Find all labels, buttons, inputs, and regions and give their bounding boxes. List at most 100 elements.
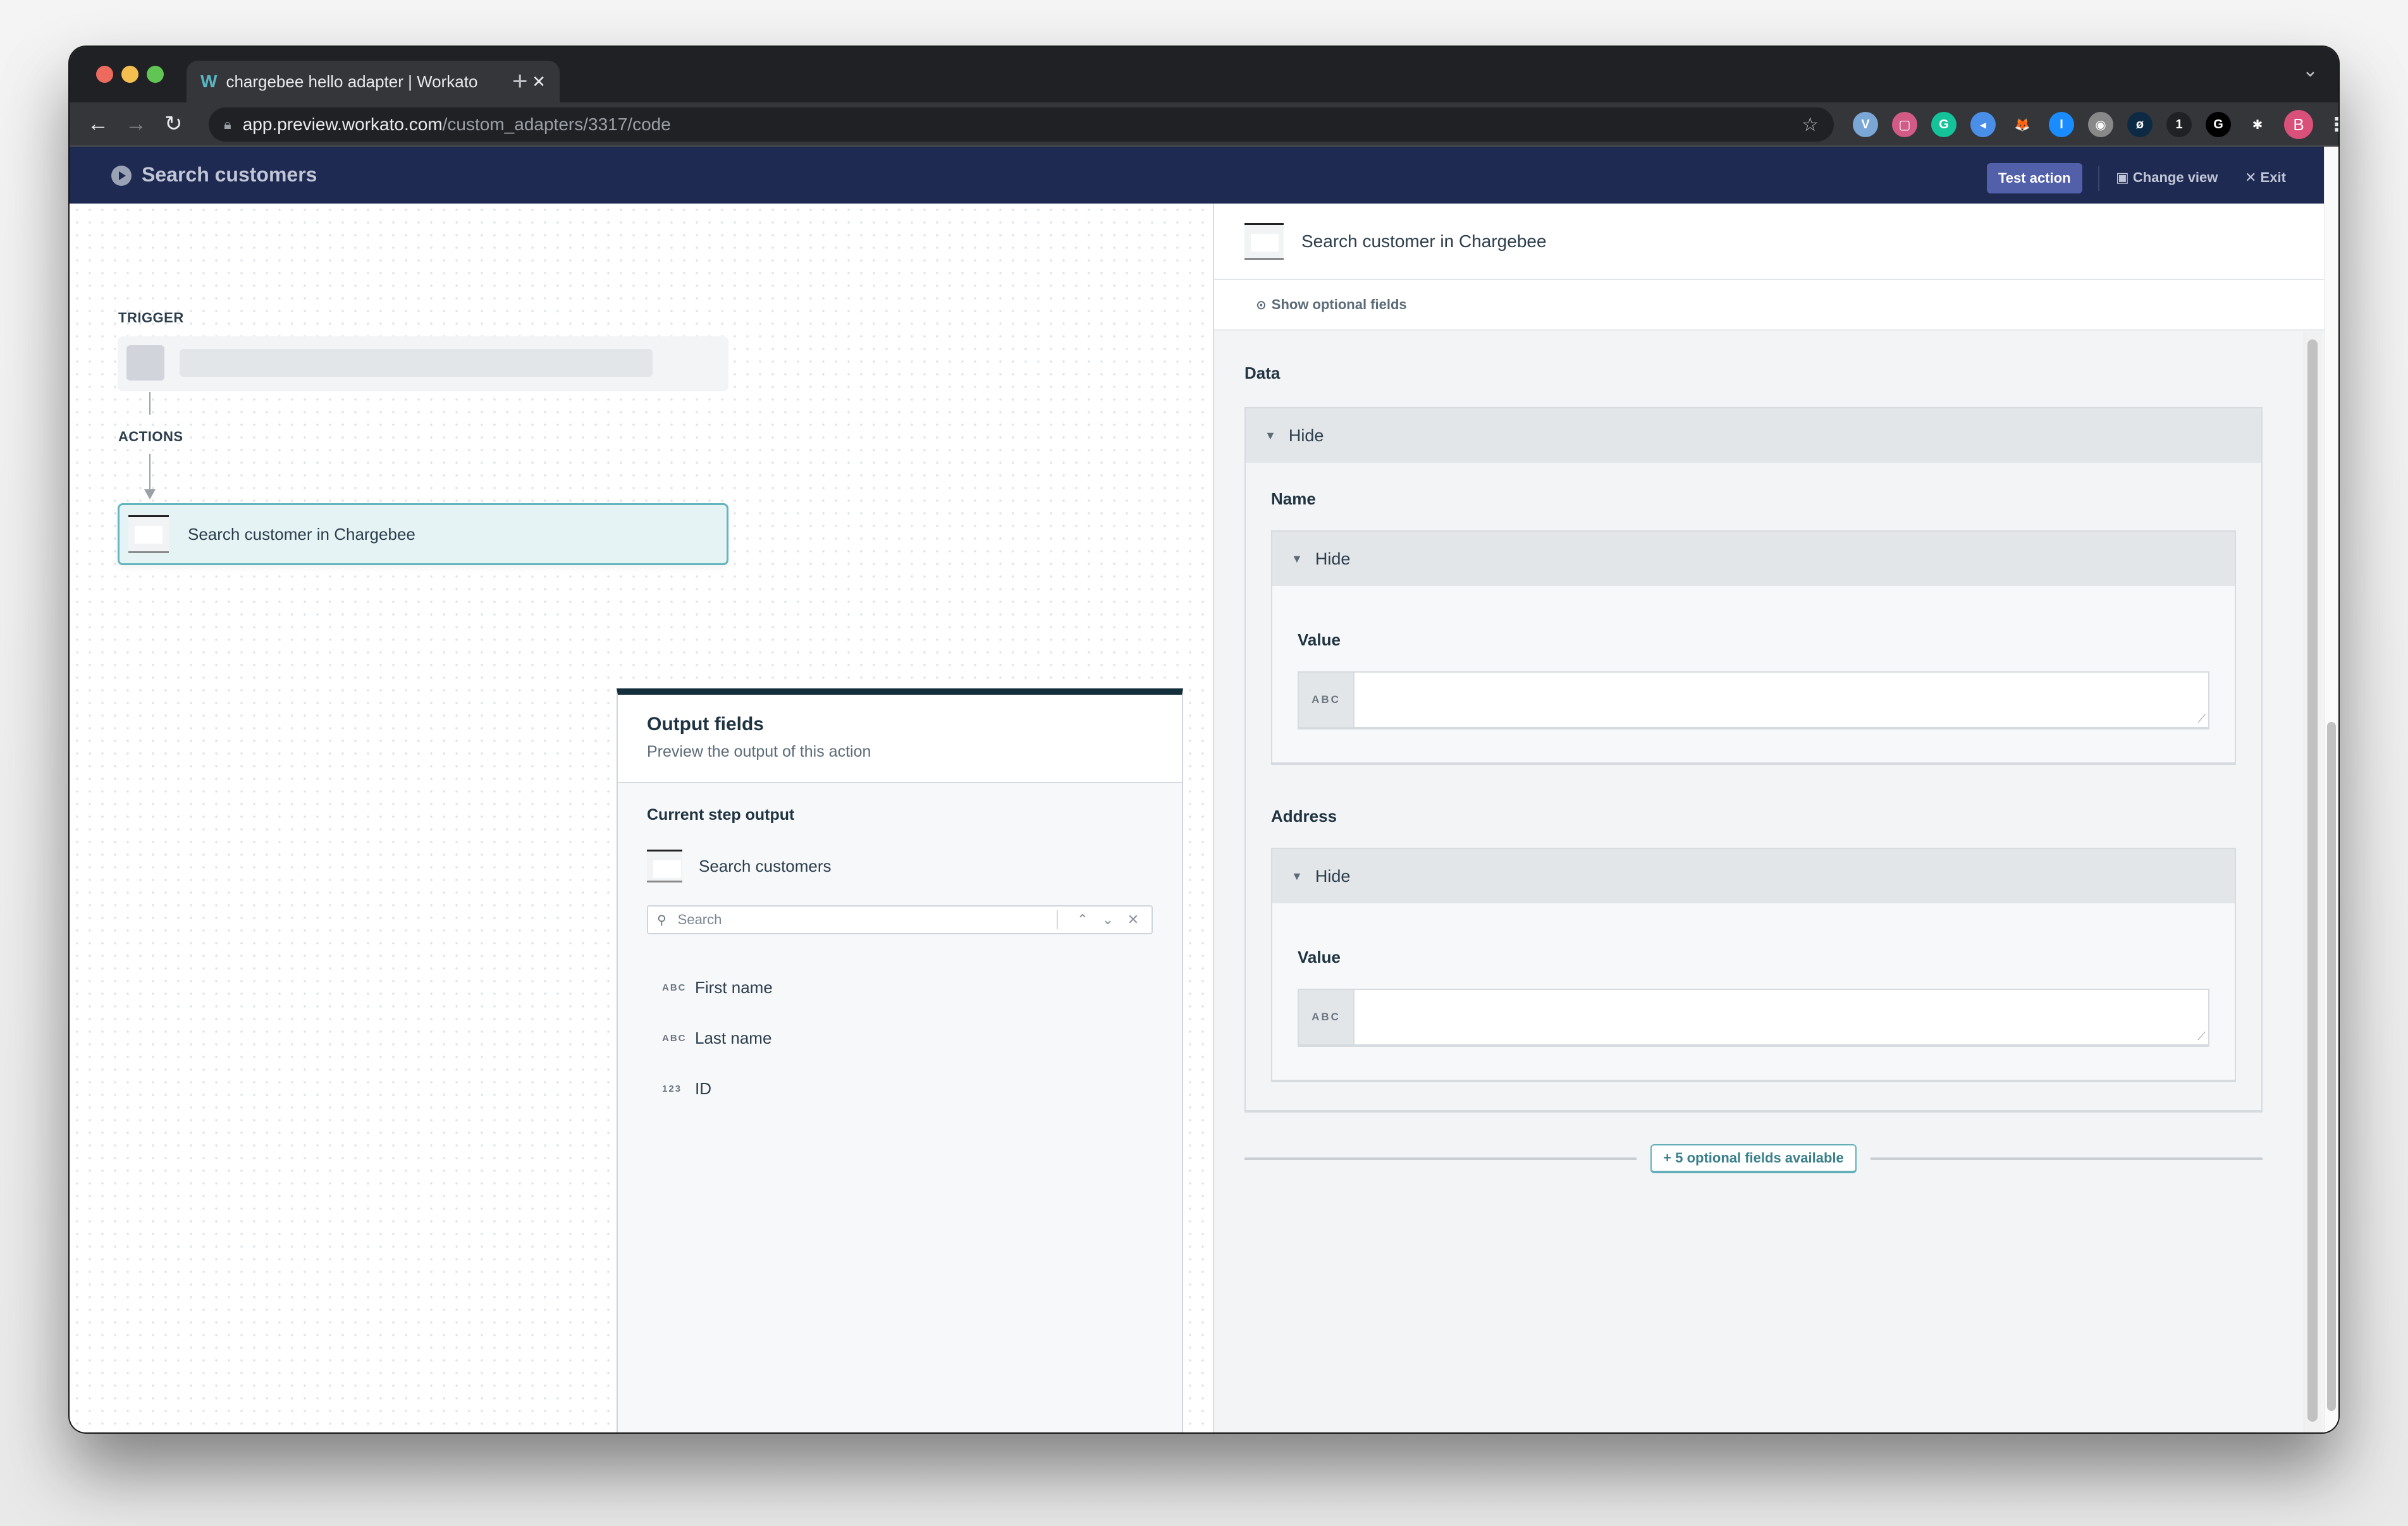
address-bar[interactable]: 🔒︎ app.preview.workato.com /custom_adapt… (209, 107, 1834, 142)
close-tab-icon[interactable]: ✕ (532, 72, 546, 92)
optional-fields-row: + 5 optional fields available (1244, 1144, 2263, 1173)
output-panel-subtitle: Preview the output of this action (647, 743, 871, 760)
new-tab-button[interactable]: + (512, 63, 528, 99)
g-extension-icon[interactable]: G (2206, 112, 2231, 137)
optional-fields-button[interactable]: + 5 optional fields available (1650, 1144, 1857, 1173)
metamask-extension-icon[interactable]: 🦊 (2010, 112, 2035, 137)
name-value-label: Value (1298, 630, 1341, 649)
current-step-label: Current step output (647, 806, 795, 824)
change-view-label: Change view (2132, 169, 2218, 185)
screen-recorder-extension-icon[interactable]: ▢ (1892, 112, 1917, 137)
minimize-window-button[interactable] (121, 66, 138, 83)
trigger-skeleton-icon (126, 345, 164, 381)
chevron-up-icon[interactable]: ⌃ (1073, 912, 1092, 928)
output-field-item[interactable]: 123 ID (647, 1063, 1153, 1114)
panel-scrollbar-thumb[interactable] (2307, 339, 2318, 1422)
address-value-input[interactable] (1354, 990, 2208, 1044)
clear-search-icon[interactable]: ✕ (1124, 912, 1143, 928)
browser-menu-icon[interactable]: ⋮ (2327, 114, 2338, 136)
tag-extension-icon[interactable]: ◂ (1970, 112, 1996, 137)
tab-strip: W chargebee hello adapter | Workato ✕ + … (70, 47, 2338, 102)
profile-avatar[interactable]: B (2284, 110, 2313, 139)
data-hide-toggle[interactable]: ▼ Hide (1246, 408, 2261, 463)
output-search-box: ⚲ ⌃ ⌄ ✕ (647, 905, 1153, 934)
trigger-placeholder[interactable] (118, 336, 728, 391)
name-field-label: Name (1271, 489, 1316, 508)
chevron-down-icon[interactable]: ⌄ (1098, 912, 1117, 928)
output-field-list: ABC First name ABC Last name 123 ID (647, 962, 1153, 1114)
back-arrow-icon[interactable]: ← (87, 110, 109, 138)
connector-arrow-icon (144, 489, 156, 499)
address-value-field: ABC ⟋ (1298, 989, 2209, 1047)
resize-handle-icon[interactable]: ⟋ (2197, 1030, 2206, 1042)
search-icon: ⚲ (657, 913, 666, 927)
data-field-label: Data (1244, 363, 1281, 382)
play-icon (111, 166, 132, 186)
vimeo-extension-icon[interactable]: V (1853, 112, 1878, 137)
actions-section-label: ACTIONS (118, 429, 183, 444)
caret-down-icon: ▼ (1291, 552, 1303, 565)
bookmark-star-icon[interactable]: ☆ (1802, 114, 1819, 136)
output-field-name: ID (695, 1078, 711, 1098)
name-group: ▼ Hide Value ABC ⟋ (1271, 530, 2236, 765)
planet-extension-icon[interactable]: ø (2127, 112, 2153, 137)
window-icon: ▣ (2116, 169, 2133, 185)
forward-arrow-icon[interactable]: → (125, 110, 147, 138)
address-hide-toggle[interactable]: ▼ Hide (1272, 849, 2235, 903)
hide-label: Hide (1315, 549, 1351, 568)
address-group: ▼ Hide Value ABC ⟋ (1271, 848, 2236, 1082)
test-action-button[interactable]: Test action (1987, 163, 2082, 193)
browser-tab[interactable]: W chargebee hello adapter | Workato ✕ (187, 61, 560, 102)
address-value-label: Value (1298, 948, 1341, 967)
output-search-input[interactable] (677, 912, 1048, 928)
caret-down-icon: ▼ (1291, 869, 1303, 882)
data-group: ▼ Hide Name ▼ Hide Value ABC ⟋ Address ▼… (1244, 407, 2263, 1113)
tab-title: chargebee hello adapter | Workato (226, 71, 478, 91)
action-step-card[interactable]: Search customer in Chargebee (118, 503, 728, 565)
maximize-window-button[interactable] (147, 66, 164, 83)
1password-extension-icon[interactable]: I (2049, 112, 2074, 137)
change-view-button[interactable]: ▣ Change view (2116, 169, 2218, 186)
exit-button[interactable]: ✕ Exit (2245, 169, 2286, 186)
step-output-row[interactable]: Search customers (647, 850, 1153, 882)
name-value-input[interactable] (1354, 673, 2208, 727)
show-optional-fields-label: Show optional fields (1271, 296, 1407, 312)
string-type-icon: ABC (1299, 990, 1354, 1044)
recipe-canvas[interactable]: TRIGGER ACTIONS Search customer in Charg… (71, 204, 1213, 1432)
connector-line (149, 392, 150, 415)
output-field-item[interactable]: ABC First name (647, 962, 1153, 1013)
caret-down-icon: ▼ (1265, 429, 1276, 442)
extensions-bar: V ▢ G ◂ 🦊 I ◉ ø 1 G ✱ B ⋮ (1853, 109, 2338, 140)
name-value-field: ABC ⟋ (1298, 671, 2209, 729)
connector-line (149, 454, 150, 492)
output-panel-body: Current step output Search customers ⚲ ⌃… (618, 783, 1182, 1137)
hide-label: Hide (1315, 866, 1351, 886)
data-group-body: Name ▼ Hide Value ABC ⟋ Address ▼ Hide V… (1246, 463, 2261, 1110)
divider-line (1244, 1157, 1637, 1160)
integer-type-icon: 123 (662, 1083, 682, 1094)
resize-handle-icon[interactable]: ⟋ (2197, 713, 2206, 724)
output-field-name: First name (695, 977, 773, 997)
output-panel-header: Output fields Preview the output of this… (618, 695, 1182, 783)
name-hide-toggle[interactable]: ▼ Hide (1272, 532, 2235, 586)
name-group-body: Value ABC ⟋ (1272, 586, 2235, 762)
divider-line (1870, 1157, 2263, 1160)
page-scrollbar-thumb[interactable] (2327, 722, 2336, 1411)
search-divider (1057, 910, 1058, 929)
url-host: app.preview.workato.com (242, 114, 443, 134)
address-group-body: Value ABC ⟋ (1272, 903, 2235, 1080)
workato-favicon-icon: W (200, 71, 218, 91)
url-path: /custom_adapters/3317/code (442, 114, 671, 134)
show-optional-fields-button[interactable]: ⊙ Show optional fields (1214, 280, 2324, 331)
reload-icon[interactable]: ↻ (164, 110, 183, 138)
page-scrollbar-track[interactable] (2324, 147, 2338, 1432)
close-window-button[interactable] (96, 66, 113, 83)
one-extension-icon[interactable]: 1 (2166, 112, 2192, 137)
grammarly-extension-icon[interactable]: G (1931, 112, 1956, 137)
puzzle-extension-icon[interactable]: ✱ (2245, 112, 2270, 137)
output-field-item[interactable]: ABC Last name (647, 1013, 1153, 1063)
camera-extension-icon[interactable]: ◉ (2088, 112, 2113, 137)
output-fields-panel: Output fields Preview the output of this… (617, 688, 1183, 1432)
action-config-header: Search customer in Chargebee (1214, 204, 2324, 280)
tab-search-chevron-icon[interactable]: ⌄ (2302, 59, 2318, 82)
